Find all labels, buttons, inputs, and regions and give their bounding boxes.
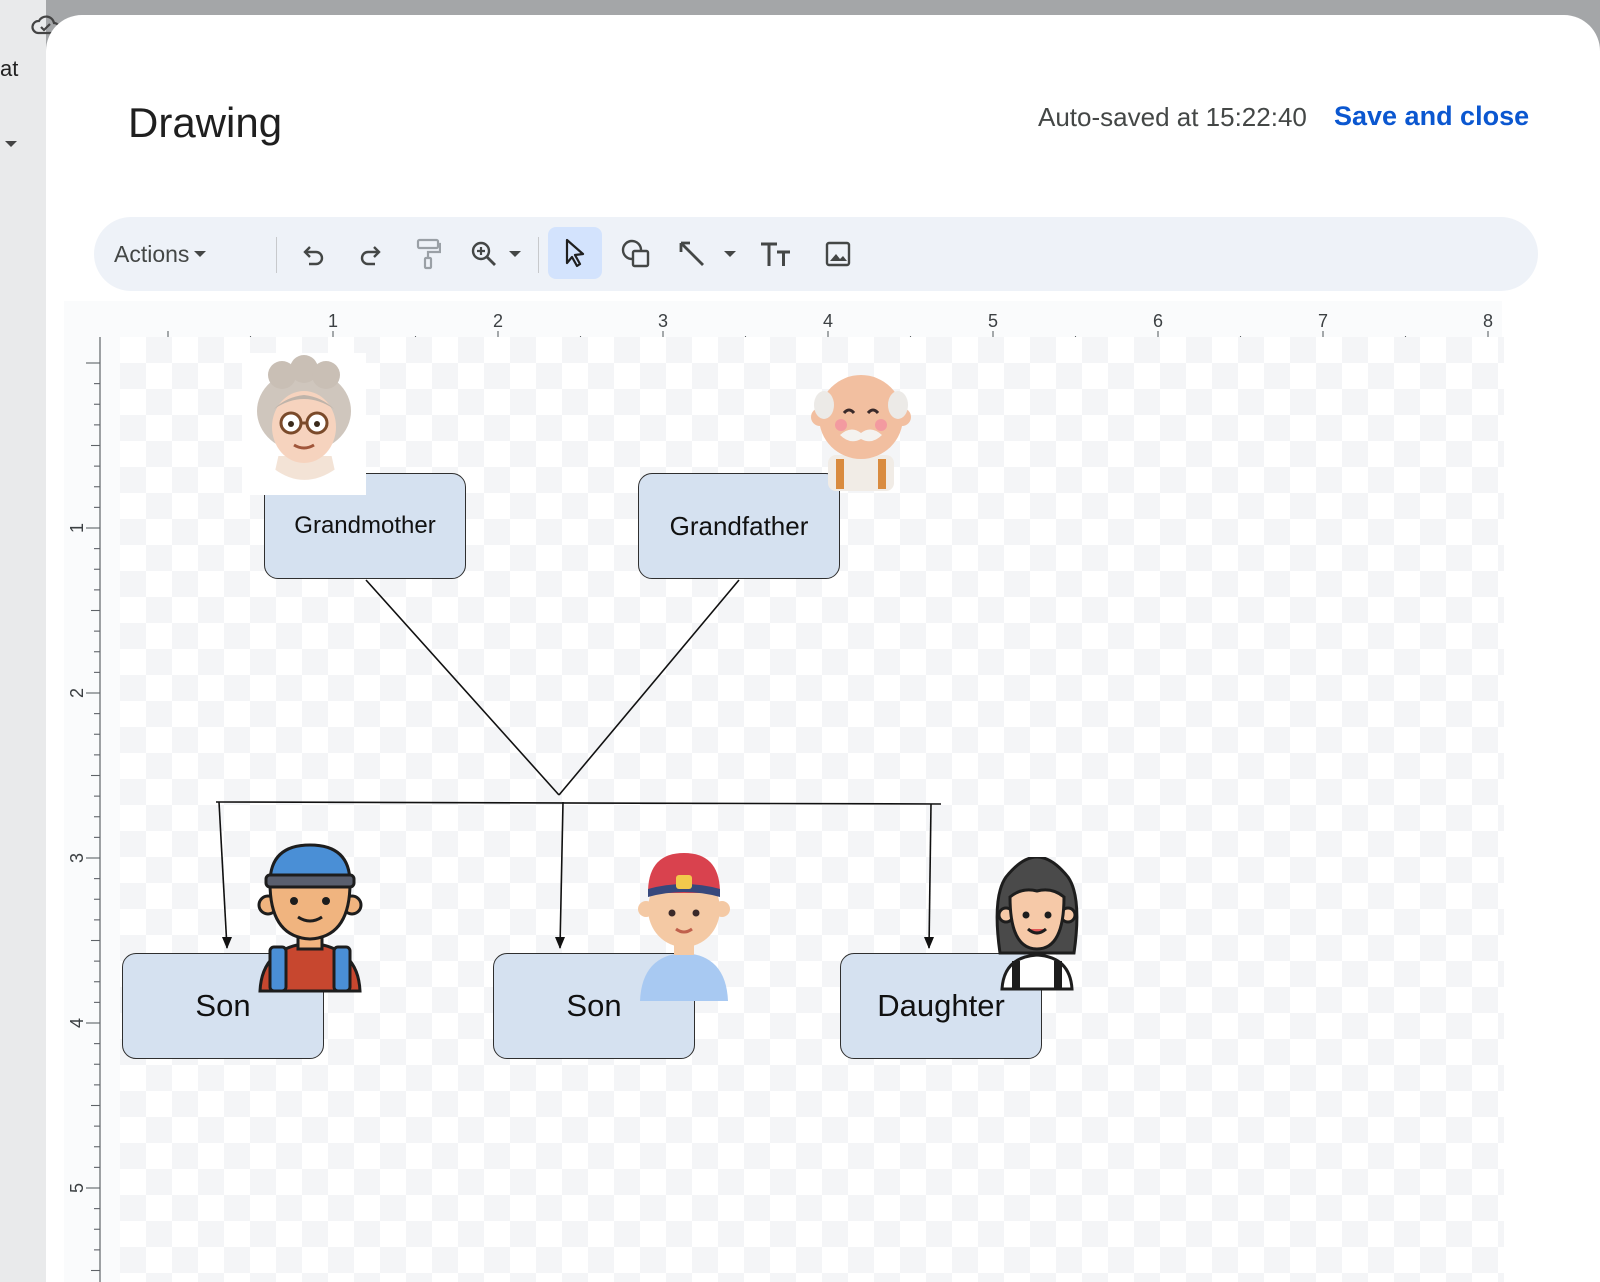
toolbar-divider — [538, 237, 539, 273]
drawing-toolbar: Actions — [94, 217, 1538, 291]
autosave-status: Auto-saved at 15:22:40 — [1038, 102, 1307, 132]
ruler-label: 5 — [988, 311, 998, 331]
background-document: at — [0, 0, 61, 1282]
chevron-down-icon — [4, 136, 18, 154]
select-tool-button[interactable] — [548, 227, 602, 279]
chevron-down-icon — [723, 249, 737, 259]
toolbar-divider — [276, 237, 277, 273]
paint-format-icon — [415, 238, 441, 270]
ruler-label: 6 — [1153, 311, 1163, 331]
grandmother-avatar-image[interactable] — [242, 353, 368, 497]
ruler-label: 4 — [823, 311, 833, 331]
paint-format-button[interactable] — [406, 233, 450, 275]
shape-icon — [620, 238, 652, 270]
ruler-label: 7 — [1318, 311, 1328, 331]
actions-menu-button[interactable]: Actions — [114, 233, 207, 275]
zoom-button[interactable] — [464, 233, 528, 275]
undo-icon — [301, 241, 327, 267]
text-box-button[interactable] — [754, 233, 798, 275]
redo-button[interactable] — [348, 233, 392, 275]
shape-tool-button[interactable] — [612, 233, 660, 275]
drawing-dialog: Drawing Auto-saved at 15:22:40 Save and … — [46, 15, 1600, 1282]
dialog-title: Drawing — [128, 99, 283, 146]
actions-label: Actions — [114, 240, 190, 267]
ruler-label: 2 — [493, 311, 503, 331]
ruler-label: 8 — [1483, 311, 1493, 331]
image-icon — [824, 240, 852, 268]
son-avatar-image[interactable] — [636, 853, 732, 1003]
ruler-label: 3 — [658, 311, 668, 331]
grandfather-avatar-image[interactable] — [806, 369, 916, 491]
redo-icon — [357, 241, 383, 267]
vertical-ruler: 1 2 3 4 5 — [67, 337, 101, 1282]
chevron-down-icon — [508, 249, 522, 259]
daughter-avatar-image[interactable] — [992, 857, 1082, 991]
son-avatar-image[interactable] — [252, 843, 368, 993]
text-box-icon — [759, 240, 793, 268]
ruler-label: 5 — [67, 1183, 87, 1193]
undo-button[interactable] — [292, 233, 336, 275]
insert-image-button[interactable] — [816, 233, 860, 275]
ruler-label: 1 — [328, 311, 338, 331]
line-icon — [677, 239, 707, 269]
save-and-close-button[interactable]: Save and close — [1334, 101, 1529, 132]
ruler-label: 4 — [67, 1018, 87, 1028]
ruler-label: 3 — [67, 853, 87, 863]
zoom-icon — [470, 240, 498, 268]
select-icon — [563, 238, 587, 268]
line-tool-button[interactable] — [672, 233, 742, 275]
ruler-label: 1 — [67, 523, 87, 533]
chevron-down-icon — [193, 249, 207, 259]
background-text-fragment: at — [0, 56, 19, 81]
ruler-label: 2 — [67, 688, 87, 698]
